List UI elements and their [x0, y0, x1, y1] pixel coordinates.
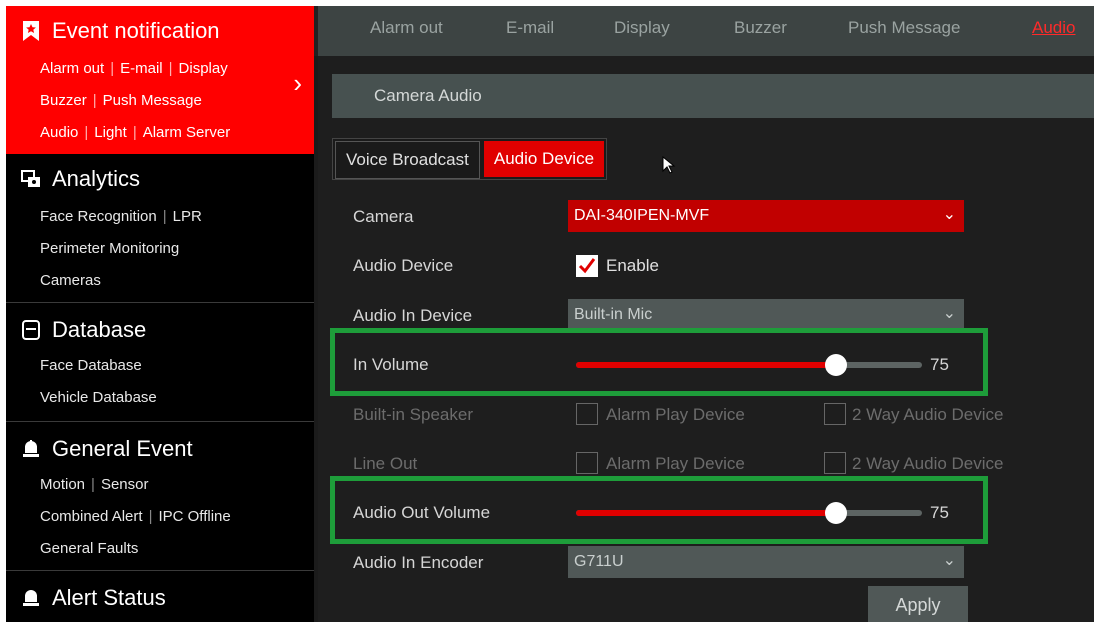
- enable-label: Enable: [606, 256, 659, 275]
- apply-button[interactable]: Apply: [868, 586, 968, 622]
- audio-in-device-select[interactable]: Built-in Mic ⌄: [568, 299, 964, 331]
- link-ipc-offline[interactable]: IPC Offline: [158, 508, 230, 525]
- audio-device-label: Audio Device: [353, 256, 454, 275]
- section-links: Face Recognition | LPR Perimeter Monitori…: [40, 207, 202, 289]
- link-general-faults[interactable]: General Faults: [40, 540, 138, 557]
- slider-handle[interactable]: [824, 354, 847, 376]
- general-event-icon: [20, 438, 42, 460]
- section-links: Face Database Vehicle Database: [40, 349, 157, 413]
- slider-fill: [576, 362, 836, 368]
- chevron-down-icon: ⌄: [942, 206, 956, 223]
- main-content: Camera Audio Voice Broadcast Audio Devic…: [318, 56, 1094, 622]
- tab-alarm-out[interactable]: Alarm out: [370, 18, 443, 38]
- link-alarm-server[interactable]: Alarm Server: [143, 124, 231, 141]
- link-lpr[interactable]: LPR: [173, 208, 202, 225]
- audio-in-device-label: Audio In Device: [353, 306, 473, 325]
- link-vehicle-database[interactable]: Vehicle Database: [40, 389, 157, 406]
- section-title: Alert Status: [52, 585, 166, 610]
- section-title: General Event: [52, 436, 193, 461]
- sidebar-section-alert-status[interactable]: Alert Status: [6, 571, 314, 622]
- two-way-audio-device-label: 2 Way Audio Device: [852, 454, 1004, 473]
- link-cameras[interactable]: Cameras: [40, 272, 101, 289]
- enable-checkbox[interactable]: [576, 255, 598, 277]
- tab-email[interactable]: E-mail: [506, 18, 554, 38]
- link-display[interactable]: Display: [179, 60, 228, 77]
- two-way-audio-device-label: 2 Way Audio Device: [852, 405, 1004, 424]
- tab-display[interactable]: Display: [614, 18, 670, 38]
- link-light[interactable]: Light: [94, 124, 127, 141]
- tab-push-message[interactable]: Push Message: [848, 18, 960, 38]
- bookmark-star-icon: [20, 20, 42, 42]
- top-tab-bar: Alarm out E-mail Display Buzzer Push Mes…: [314, 6, 1094, 56]
- sub-tab-bar: Voice Broadcast Audio Device: [332, 138, 608, 180]
- section-links: Alarm out | E-mail | Display Buzzer | Push …: [40, 59, 231, 141]
- tab-audio-device[interactable]: Audio Device: [483, 141, 605, 177]
- sidebar-section-event-notification[interactable]: Event notification Alarm out | E-mail | Di…: [6, 6, 314, 154]
- link-buzzer[interactable]: Buzzer: [40, 92, 87, 109]
- audio-in-encoder-label: Audio In Encoder: [353, 553, 484, 572]
- audio-in-encoder-select[interactable]: G711U ⌄: [568, 546, 964, 578]
- alarm-play-device-label: Alarm Play Device: [606, 454, 745, 473]
- tab-audio[interactable]: Audio: [1032, 18, 1075, 38]
- in-volume-label: In Volume: [353, 355, 429, 374]
- link-face-database[interactable]: Face Database: [40, 357, 142, 374]
- section-header: Database: [20, 317, 146, 343]
- section-header: General Event: [20, 436, 193, 462]
- line-out-two-way-checkbox[interactable]: [824, 452, 846, 474]
- database-icon: [20, 319, 42, 341]
- checkmark-icon: [578, 258, 596, 274]
- analytics-icon: [20, 168, 42, 190]
- link-alarm-out[interactable]: Alarm out: [40, 60, 104, 77]
- link-email[interactable]: E-mail: [120, 60, 163, 77]
- audio-in-encoder-value: G711U: [574, 553, 624, 570]
- builtin-speaker-label: Built-in Speaker: [353, 405, 474, 424]
- link-audio[interactable]: Audio: [40, 124, 78, 141]
- alarm-play-device-label: Alarm Play Device: [606, 405, 745, 424]
- sidebar-section-database[interactable]: Database Face Database Vehicle Database: [6, 303, 314, 422]
- camera-select[interactable]: DAI-340IPEN-MVF ⌄: [568, 200, 964, 232]
- link-push-message[interactable]: Push Message: [103, 92, 202, 109]
- tab-voice-broadcast[interactable]: Voice Broadcast: [335, 141, 480, 179]
- section-title: Camera Audio: [374, 86, 482, 105]
- chevron-down-icon: ⌄: [942, 552, 956, 569]
- camera-label: Camera: [353, 207, 414, 226]
- alert-status-icon: [20, 587, 42, 609]
- section-links: Motion | Sensor Combined Alert | IPC Offli…: [40, 475, 231, 557]
- sidebar-section-general-event[interactable]: General Event Motion | Sensor Combined Al…: [6, 422, 314, 571]
- chevron-down-icon: ⌄: [942, 305, 956, 322]
- slider-fill: [576, 510, 836, 516]
- chevron-right-icon: ›: [293, 68, 302, 98]
- audio-in-device-value: Built-in Mic: [574, 306, 653, 323]
- builtin-speaker-alarm-play-checkbox[interactable]: [576, 403, 598, 425]
- section-header: Event notification: [20, 18, 220, 44]
- in-volume-slider[interactable]: [576, 354, 922, 376]
- audio-out-volume-slider[interactable]: [576, 502, 922, 524]
- line-out-label: Line Out: [353, 454, 418, 473]
- audio-out-volume-value: 75: [930, 503, 949, 522]
- sidebar: Event notification Alarm out | E-mail | Di…: [6, 6, 314, 622]
- line-out-alarm-play-checkbox[interactable]: [576, 452, 598, 474]
- link-motion[interactable]: Motion: [40, 476, 85, 493]
- link-sensor[interactable]: Sensor: [101, 476, 149, 493]
- in-volume-value: 75: [930, 355, 949, 374]
- camera-value: DAI-340IPEN-MVF: [574, 207, 710, 224]
- sidebar-section-analytics[interactable]: Analytics Face Recognition | LPR Perimete…: [6, 154, 314, 303]
- section-header: Alert Status: [20, 585, 166, 611]
- section-header: Analytics: [20, 166, 140, 192]
- app-window: Event notification Alarm out | E-mail | Di…: [6, 6, 1094, 622]
- link-face-recognition[interactable]: Face Recognition: [40, 208, 157, 225]
- audio-out-volume-label: Audio Out Volume: [353, 503, 491, 522]
- section-header-bar: Camera Audio: [332, 74, 1094, 118]
- builtin-speaker-two-way-checkbox[interactable]: [824, 403, 846, 425]
- section-title: Event notification: [52, 18, 220, 43]
- link-combined-alert[interactable]: Combined Alert: [40, 508, 143, 525]
- section-title: Analytics: [52, 166, 141, 191]
- section-title: Database: [52, 317, 147, 342]
- mouse-cursor-icon: [662, 156, 676, 174]
- tab-buzzer[interactable]: Buzzer: [734, 18, 787, 38]
- slider-handle[interactable]: [824, 502, 847, 524]
- link-perimeter-monitoring[interactable]: Perimeter Monitoring: [40, 240, 179, 257]
